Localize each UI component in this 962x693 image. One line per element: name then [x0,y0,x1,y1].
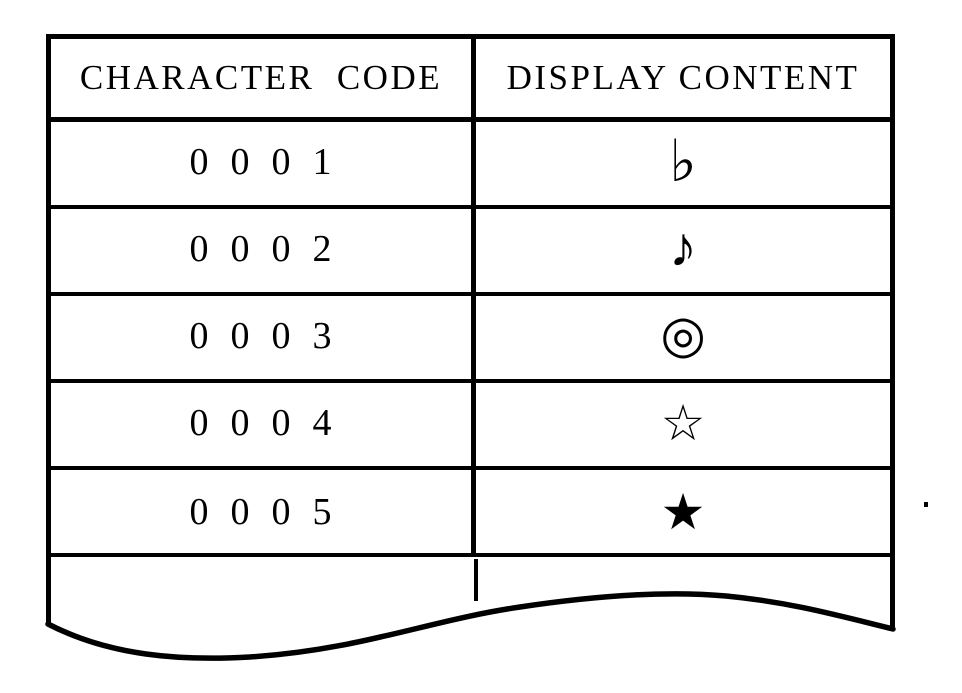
torn-wave-path [45,591,896,661]
cell-display-content: ♪ [476,209,890,292]
figure-container: CHARACTER CODE DISPLAY CONTENT 0 0 0 1 ♭… [0,0,962,693]
cell-display-content: ♭ [476,122,890,205]
white-star-icon: ☆ [660,394,706,451]
black-star-icon: ★ [660,483,706,540]
character-code-table: CHARACTER CODE DISPLAY CONTENT 0 0 0 1 ♭… [46,34,895,557]
character-code-value: 0 0 0 2 [189,227,333,270]
header-cell-character-code: CHARACTER CODE [51,39,476,117]
character-code-value: 0 0 0 5 [189,490,333,533]
table-header-row: CHARACTER CODE DISPLAY CONTENT [51,39,890,122]
eighth-note-icon: ♪ [669,216,697,279]
header-cell-display-content: DISPLAY CONTENT [476,39,890,117]
header-label-display-content: DISPLAY CONTENT [506,57,860,97]
table-row: 0 0 0 1 ♭ [51,122,890,209]
scan-speck [924,502,928,507]
character-code-value: 0 0 0 4 [189,401,333,444]
character-code-value: 0 0 0 1 [189,140,333,183]
character-code-value: 0 0 0 3 [189,314,333,357]
cell-display-content: ☆ [476,383,890,466]
cell-character-code: 0 0 0 3 [51,296,476,379]
cell-display-content: ◎ [476,296,890,379]
cell-character-code: 0 0 0 2 [51,209,476,292]
bullseye-double-circle-icon: ◎ [660,306,706,364]
cell-display-content: ★ [476,470,890,557]
cell-character-code: 0 0 0 1 [51,122,476,205]
table-row: 0 0 0 3 ◎ [51,296,890,383]
table-row: 0 0 0 2 ♪ [51,209,890,296]
cell-character-code: 0 0 0 5 [51,470,476,557]
table-row: 0 0 0 4 ☆ [51,383,890,470]
music-flat-sign-icon: ♭ [669,128,697,194]
cell-character-code: 0 0 0 4 [51,383,476,466]
table-row: 0 0 0 5 ★ [51,470,890,557]
header-label-character-code: CHARACTER CODE [79,57,443,97]
